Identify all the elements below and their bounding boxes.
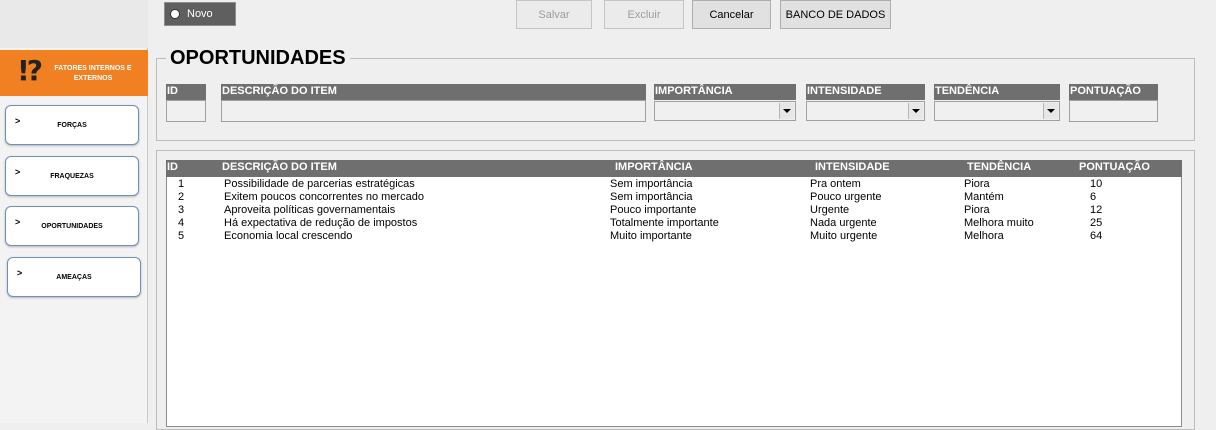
novo-option[interactable]: Novo bbox=[164, 2, 236, 26]
list-item[interactable]: 1 Possibilidade de parcerias estratégica… bbox=[167, 178, 1183, 191]
sidebar-item-label: AMEAÇAS bbox=[56, 274, 92, 281]
database-button[interactable]: BANCO DE DADOS bbox=[780, 0, 891, 29]
chevron-down-icon[interactable] bbox=[908, 103, 923, 119]
sidebar-item-forcas[interactable]: > FORÇAS bbox=[5, 105, 139, 145]
cell-importance: Sem importância bbox=[610, 191, 693, 203]
cell-description: Aproveita políticas governamentais bbox=[224, 204, 396, 216]
description-field[interactable] bbox=[221, 100, 646, 122]
list-header-intensity: INTENSIDADE bbox=[815, 161, 890, 173]
sidebar-item-label: FRAQUEZAS bbox=[50, 173, 94, 180]
sidebar-item-label: FORÇAS bbox=[57, 122, 87, 129]
score-header: PONTUAÇÃO bbox=[1069, 84, 1158, 100]
cell-importance: Sem importância bbox=[610, 178, 693, 190]
list-header: ID DESCRIÇÃO DO ITEM IMPORTÂNCIA INTENSI… bbox=[166, 160, 1182, 177]
cell-intensity: Urgente bbox=[810, 204, 850, 216]
cancel-button[interactable]: Cancelar bbox=[692, 0, 771, 29]
importance-select[interactable] bbox=[654, 101, 796, 121]
sidebar-brand-header: !? FATORES INTERNOS E EXTERNOS bbox=[0, 50, 148, 96]
delete-button[interactable]: Excluir bbox=[604, 0, 684, 29]
list-item[interactable]: 2 Exitem poucos concorrentes no mercado … bbox=[167, 191, 1183, 204]
cell-importance: Muito importante bbox=[610, 230, 692, 242]
cell-score: 6 bbox=[1090, 191, 1097, 203]
cell-id: 1 bbox=[178, 178, 185, 190]
list-item[interactable]: 3 Aproveita políticas governamentais Pou… bbox=[167, 204, 1183, 217]
list-header-description: DESCRIÇÃO DO ITEM bbox=[222, 161, 337, 173]
id-header: ID bbox=[166, 84, 206, 100]
page-title: OPORTUNIDADES bbox=[166, 46, 350, 70]
description-header: DESCRIÇÃO DO ITEM bbox=[221, 84, 646, 100]
cell-id: 5 bbox=[178, 230, 185, 242]
brand-title: FATORES INTERNOS E EXTERNOS bbox=[54, 65, 132, 82]
cell-importance: Pouco importante bbox=[610, 204, 697, 216]
list-header-importance: IMPORTÂNCIA bbox=[615, 161, 693, 173]
intensity-select[interactable] bbox=[806, 101, 925, 121]
chevron-down-icon[interactable] bbox=[779, 103, 794, 119]
cell-score: 25 bbox=[1090, 217, 1103, 229]
cell-intensity: Pouco urgente bbox=[810, 191, 882, 203]
cell-trend: Piora bbox=[964, 204, 990, 216]
cell-description: Exitem poucos concorrentes no mercado bbox=[224, 191, 424, 203]
cell-trend: Piora bbox=[964, 178, 990, 190]
trend-select[interactable] bbox=[934, 101, 1060, 121]
cell-intensity: Muito urgente bbox=[810, 230, 878, 242]
score-field[interactable] bbox=[1069, 100, 1158, 122]
list-header-id: ID bbox=[167, 161, 178, 173]
sidebar-top-strip bbox=[0, 0, 148, 48]
list-item[interactable]: 4 Há expectativa de redução de impostos … bbox=[167, 217, 1183, 230]
cell-score: 12 bbox=[1090, 204, 1103, 216]
importance-header: IMPORTÂNCIA bbox=[654, 84, 796, 100]
sidebar-item-label: OPORTUNIDADES bbox=[41, 223, 103, 230]
cell-score: 10 bbox=[1090, 178, 1103, 190]
list-item[interactable]: 5 Economia local crescendo Muito importa… bbox=[167, 230, 1183, 243]
cell-intensity: Pra ontem bbox=[810, 178, 861, 190]
sidebar-item-oportunidades[interactable]: > OPORTUNIDADES bbox=[5, 206, 139, 246]
id-field[interactable] bbox=[166, 100, 206, 122]
trend-header: TENDÊNCIA bbox=[934, 84, 1060, 100]
intensity-header: INTENSIDADE bbox=[806, 84, 925, 100]
save-button[interactable]: Salvar bbox=[516, 0, 592, 29]
cell-description: Possibilidade de parcerias estratégicas bbox=[224, 178, 415, 190]
cell-id: 2 bbox=[178, 191, 185, 203]
cell-score: 64 bbox=[1090, 230, 1103, 242]
cell-description: Há expectativa de redução de impostos bbox=[224, 217, 418, 229]
cell-id: 4 bbox=[178, 217, 185, 229]
sidebar-item-ameacas[interactable]: > AMEAÇAS bbox=[7, 257, 141, 297]
list-header-score: PONTUAÇÃO bbox=[1079, 161, 1150, 173]
cell-intensity: Nada urgente bbox=[810, 217, 877, 229]
cell-trend: Melhora muito bbox=[964, 217, 1034, 229]
cell-trend: Mantém bbox=[964, 191, 1004, 203]
cell-id: 3 bbox=[178, 204, 185, 216]
cell-trend: Melhora bbox=[964, 230, 1004, 242]
radio-icon[interactable] bbox=[170, 9, 180, 19]
sidebar-item-fraquezas[interactable]: > FRAQUEZAS bbox=[5, 156, 139, 196]
cell-importance: Totalmente importante bbox=[610, 217, 719, 229]
novo-label: Novo bbox=[187, 8, 213, 20]
chevron-down-icon[interactable] bbox=[1043, 103, 1058, 119]
cell-description: Economia local crescendo bbox=[224, 230, 353, 242]
list-header-trend: TENDÊNCIA bbox=[967, 161, 1032, 173]
exclamation-question-icon: !? bbox=[17, 54, 43, 87]
list-body[interactable]: 1 Possibilidade de parcerias estratégica… bbox=[166, 177, 1182, 427]
